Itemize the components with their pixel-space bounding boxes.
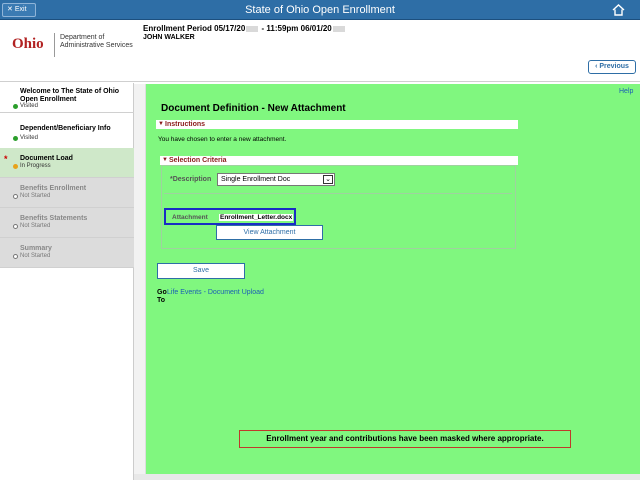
masked-value	[332, 25, 345, 32]
visited-status-icon	[13, 136, 18, 141]
step-label: Document Load	[20, 155, 73, 162]
page-title: Document Definition - New Attachment	[161, 103, 346, 114]
not-started-status-icon	[13, 224, 18, 229]
not-started-status-icon	[13, 194, 18, 199]
previous-label: Previous	[599, 63, 629, 70]
step-sidebar: Welcome to The State of Ohio Open Enrollm…	[0, 83, 134, 480]
sidebar-item-dependent-info[interactable]: Dependent/Beneficiary Info Visited	[0, 120, 134, 150]
goto-line: Go	[157, 289, 167, 296]
enrollment-period: Enrollment Period 05/17/20 - 11:59pm 06/…	[143, 24, 346, 33]
sidebar-item-benefits-statements[interactable]: Benefits Statements Not Started	[0, 208, 134, 238]
app-title: State of Ohio Open Enrollment	[245, 4, 395, 16]
sidebar-item-document-load[interactable]: * Document Load In Progress	[0, 148, 134, 178]
save-button[interactable]: Save	[157, 263, 245, 279]
visited-status-icon	[13, 104, 18, 109]
goto-line: To	[157, 297, 166, 304]
chevron-down-icon: ⌄	[323, 175, 333, 184]
required-icon: *	[4, 154, 8, 164]
period-start: Enrollment Period 05/17/20	[143, 24, 246, 33]
section-title: Selection Criteria	[169, 157, 227, 164]
divider	[164, 193, 512, 194]
step-status: Not Started	[20, 193, 51, 199]
sidebar-item-welcome[interactable]: Welcome to The State of Ohio Open Enrollm…	[0, 83, 134, 113]
attachment-label: Attachment	[172, 214, 208, 221]
previous-button[interactable]: ‹ Previous	[588, 60, 636, 74]
in-progress-status-icon	[13, 164, 18, 169]
sidebar-item-summary[interactable]: Summary Not Started	[0, 238, 134, 268]
step-label: Benefits Statements	[20, 215, 88, 222]
view-attachment-button[interactable]: View Attachment	[216, 225, 323, 240]
period-end: - 11:59pm 06/01/20	[259, 24, 332, 33]
attachment-filename: Enrollment_Letter.docx	[219, 214, 294, 221]
horizontal-scrollbar[interactable]	[134, 474, 640, 480]
employee-name: JOHN WALKER	[143, 34, 195, 41]
sidebar-item-benefits-enrollment[interactable]: Benefits Enrollment Not Started	[0, 178, 134, 208]
description-label: *Description	[170, 176, 212, 183]
section-title: Instructions	[165, 121, 206, 128]
step-status: In Progress	[20, 163, 51, 169]
goto-label: Go To	[157, 289, 167, 305]
step-label: Welcome to The State of Ohio Open Enrollm…	[20, 88, 119, 104]
selection-criteria-section-header[interactable]: ▼ Selection Criteria	[160, 156, 518, 165]
step-label: Benefits Enrollment	[20, 185, 87, 192]
life-events-document-upload-link[interactable]: Life Events - Document Upload	[167, 289, 264, 296]
department-name: Department of Administrative Services	[60, 34, 133, 50]
step-status: Not Started	[20, 253, 51, 259]
header: Ohio Department of Administrative Servic…	[0, 20, 640, 82]
top-bar: ✕ Exit State of Ohio Open Enrollment	[0, 0, 640, 20]
help-link[interactable]: Help	[619, 88, 633, 95]
description-value: Single Enrollment Doc	[221, 176, 291, 183]
masked-value	[246, 25, 259, 32]
not-started-status-icon	[13, 254, 18, 259]
masking-notice: Enrollment year and contributions have b…	[239, 430, 571, 448]
collapse-triangle-icon: ▼	[158, 121, 164, 127]
vertical-scrollbar[interactable]	[134, 84, 146, 474]
description-select[interactable]: Single Enrollment Doc ⌄	[217, 173, 335, 186]
step-label: Dependent/Beneficiary Info	[20, 125, 111, 132]
collapse-triangle-icon: ▼	[162, 157, 168, 163]
step-label: Summary	[20, 245, 52, 252]
ohio-logo: Ohio	[12, 36, 44, 52]
selection-criteria-box	[161, 165, 516, 249]
step-status: Not Started	[20, 223, 51, 229]
step-status: Visited	[20, 103, 38, 109]
instructions-text: You have chosen to enter a new attachmen…	[158, 136, 287, 143]
logo-divider	[54, 33, 55, 57]
instructions-section-header[interactable]: ▼ Instructions	[156, 120, 518, 129]
step-status: Visited	[20, 135, 38, 141]
department-line-1: Department of	[60, 34, 105, 41]
home-icon[interactable]	[612, 4, 625, 16]
main-content: Help Document Definition - New Attachmen…	[146, 84, 640, 474]
step-label-line: Welcome to The State of Ohio	[20, 88, 120, 95]
department-line-2: Administrative Services	[60, 42, 133, 49]
